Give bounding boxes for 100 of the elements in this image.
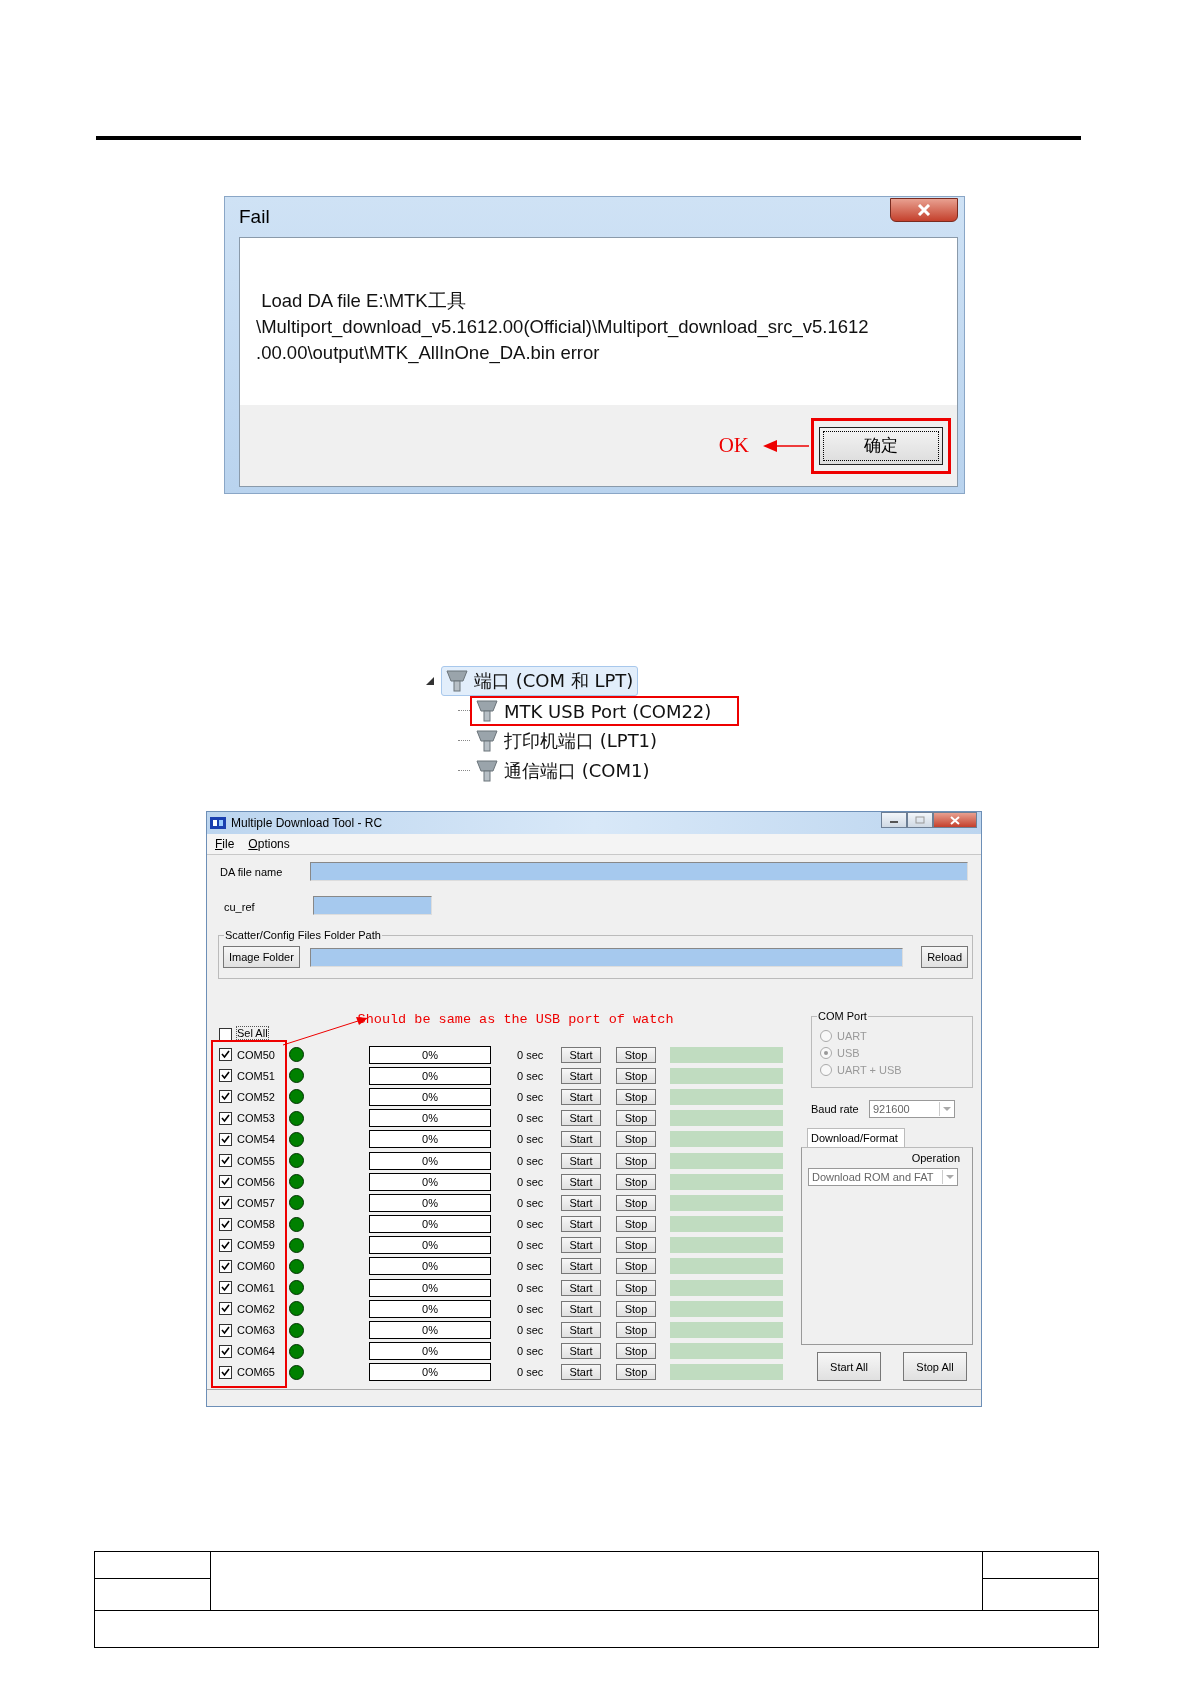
checkbox-label[interactable]: Sel All [237, 1027, 268, 1039]
action-button[interactable]: Start All [817, 1352, 881, 1381]
port-name: COM53 [237, 1112, 276, 1125]
checkbox[interactable] [219, 1111, 232, 1125]
checkbox[interactable] [219, 1365, 232, 1379]
close-icon [916, 204, 932, 216]
stop-button[interactable]: Stop [616, 1173, 656, 1190]
progress-text: 0% [422, 1302, 438, 1315]
stop-button[interactable]: Stop [616, 1131, 656, 1148]
checkbox[interactable] [219, 1154, 232, 1168]
tree-item[interactable]: 打印机端口 (LPT1) [470, 726, 686, 756]
close-button[interactable] [933, 812, 977, 828]
start-button[interactable]: Start [561, 1173, 601, 1190]
close-button[interactable] [890, 198, 958, 222]
error-message-line: .00.00\output\MTK_AllInOne_DA.bin error [256, 341, 601, 366]
operation-dropdown[interactable]: Download ROM and FAT [808, 1168, 958, 1186]
checkbox[interactable] [219, 1323, 232, 1337]
baud-rate-dropdown[interactable]: 921600 [869, 1100, 955, 1118]
stop-button[interactable]: Stop [616, 1300, 656, 1317]
ok-button[interactable]: 确定 [819, 426, 943, 465]
port-name: COM59 [237, 1239, 276, 1252]
checkbox[interactable] [219, 1069, 232, 1083]
start-button[interactable]: Start [561, 1152, 601, 1169]
stop-button[interactable]: Stop [616, 1046, 656, 1063]
error-message-line: Load DA file E:\MTK工具 [260, 289, 467, 313]
start-button[interactable]: Start [561, 1279, 601, 1296]
start-button[interactable]: Start [561, 1343, 601, 1360]
start-button[interactable]: Start [561, 1194, 601, 1211]
start-button[interactable]: Start [561, 1088, 601, 1105]
checkbox[interactable] [219, 1281, 232, 1295]
progress-text: 0% [422, 1133, 438, 1146]
checkbox[interactable] [219, 1259, 232, 1273]
start-button[interactable]: Start [561, 1364, 601, 1381]
progress-text: 0% [422, 1048, 438, 1061]
start-button[interactable]: Start [561, 1110, 601, 1127]
checkbox[interactable] [219, 1132, 232, 1146]
annotation-label: OK [718, 433, 749, 458]
window-title: Multiple Download Tool - RC [231, 816, 383, 830]
elapsed-time: 0 sec [517, 1069, 545, 1082]
port-name: COM60 [237, 1260, 276, 1273]
elapsed-time: 0 sec [517, 1154, 545, 1167]
start-button[interactable]: Start [561, 1237, 601, 1254]
port-icon [476, 729, 498, 753]
stop-button[interactable]: Stop [616, 1258, 656, 1275]
expanded-triangle-icon[interactable] [425, 676, 435, 686]
start-button[interactable]: Start [561, 1322, 601, 1339]
checkbox[interactable] [219, 1217, 232, 1231]
elapsed-time: 0 sec [517, 1366, 545, 1379]
tree-item[interactable]: 通信端口 (COM1) [470, 756, 678, 786]
elapsed-time: 0 sec [517, 1218, 545, 1231]
stop-button[interactable]: Stop [616, 1067, 656, 1084]
tree-item[interactable]: MTK USB Port (COM22) [470, 696, 740, 726]
error-message-line: \Multiport_download_v5.1612.00(Official)\Multiport_download_src_v5.1612 [256, 315, 870, 340]
checkbox[interactable] [219, 1344, 232, 1358]
progress-text: 0% [422, 1090, 438, 1103]
checkbox[interactable] [219, 1048, 232, 1062]
reload-button[interactable]: Reload [921, 946, 968, 968]
start-button[interactable]: Start [561, 1216, 601, 1233]
stop-button[interactable]: Stop [616, 1194, 656, 1211]
tab[interactable]: Download/Format [807, 1128, 905, 1147]
stop-button[interactable]: Stop [616, 1279, 656, 1296]
progress-text: 0% [422, 1218, 438, 1231]
menu-item[interactable]: File [215, 837, 235, 851]
stop-button[interactable]: Stop [616, 1216, 656, 1233]
tree-item[interactable]: 端口 (COM 和 LPT) [441, 666, 639, 696]
progress-text: 0% [422, 1260, 438, 1273]
stop-button[interactable]: Stop [616, 1364, 656, 1381]
progress-text: 0% [422, 1112, 438, 1125]
input-field[interactable] [313, 896, 432, 915]
elapsed-time: 0 sec [517, 1090, 545, 1103]
checkbox[interactable] [219, 1090, 232, 1104]
start-button[interactable]: Start [561, 1300, 601, 1317]
start-button[interactable]: Start [561, 1131, 601, 1148]
progress-text: 0% [422, 1281, 438, 1294]
port-name: COM62 [237, 1302, 276, 1315]
close-icon [950, 815, 960, 825]
port-name: COM65 [237, 1366, 276, 1379]
stop-button[interactable]: Stop [616, 1088, 656, 1105]
action-button[interactable]: Stop All [903, 1352, 967, 1381]
input-field[interactable] [309, 947, 904, 967]
checkbox[interactable] [219, 1238, 232, 1252]
port-name: COM61 [237, 1281, 276, 1294]
elapsed-time: 0 sec [517, 1239, 545, 1252]
checkbox[interactable] [219, 1196, 232, 1210]
input-field[interactable] [310, 862, 968, 881]
maximize-button[interactable] [907, 812, 933, 828]
minimize-button[interactable] [881, 812, 907, 828]
stop-button[interactable]: Stop [616, 1110, 656, 1127]
stop-button[interactable]: Stop [616, 1152, 656, 1169]
start-button[interactable]: Start [561, 1046, 601, 1063]
image-folder-button[interactable]: Image Folder [223, 946, 300, 968]
stop-button[interactable]: Stop [616, 1322, 656, 1339]
stop-button[interactable]: Stop [616, 1343, 656, 1360]
field-label: Operation [911, 1152, 960, 1164]
checkbox[interactable] [219, 1175, 232, 1189]
start-button[interactable]: Start [561, 1067, 601, 1084]
stop-button[interactable]: Stop [616, 1237, 656, 1254]
checkbox[interactable] [219, 1302, 232, 1316]
start-button[interactable]: Start [561, 1258, 601, 1275]
menu-item[interactable]: Options [248, 837, 290, 851]
